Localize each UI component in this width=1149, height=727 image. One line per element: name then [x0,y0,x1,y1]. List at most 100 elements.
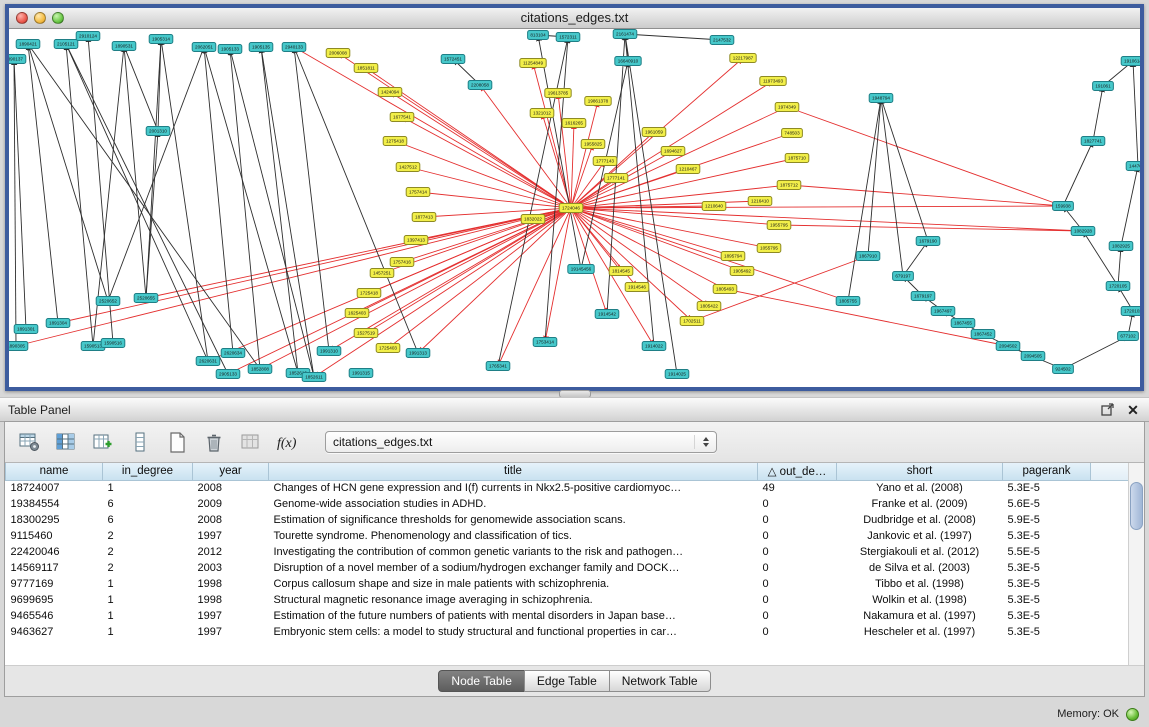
table-cell[interactable]: Franke et al. (2009) [837,496,1003,512]
table-cell[interactable]: 49 [758,480,837,496]
network-node[interactable]: 1914546 [625,283,649,292]
table-row[interactable]: 1830029562008Estimation of significance … [6,512,1130,528]
table-cell[interactable]: 1997 [193,624,269,640]
new-column-icon[interactable] [89,428,117,456]
table-cell[interactable]: 2 [103,560,193,576]
network-edge[interactable] [868,98,881,256]
network-node[interactable]: 1210640 [702,202,726,211]
table-cell[interactable]: Wolkin et al. (1998) [837,592,1003,608]
network-canvas[interactable]: 1724046200600818518111424094167754112754… [9,29,1140,387]
network-node[interactable]: 1814545 [609,267,633,276]
table-cell[interactable]: 22420046 [6,544,103,560]
network-edge[interactable] [903,241,928,276]
table-cell[interactable]: 1998 [193,592,269,608]
network-node[interactable]: 1877413 [412,213,436,222]
table-cell[interactable]: 0 [758,560,837,576]
network-node[interactable]: 1321012 [530,109,554,118]
network-node[interactable]: 1777143 [593,157,617,166]
table-cell[interactable]: 6 [103,512,193,528]
table-cell[interactable]: 0 [758,608,837,624]
table-row[interactable]: 969969511998Structural magnetic resonanc… [6,592,1130,608]
network-node[interactable]: 1679197 [911,292,935,301]
table-cell[interactable]: 2 [103,544,193,560]
network-node[interactable]: 1625403 [345,309,369,318]
network-node[interactable]: 1702511 [680,317,704,326]
network-node[interactable]: 1914022 [642,342,666,351]
network-edge[interactable] [1133,61,1138,166]
table-cell[interactable]: 14569117 [6,560,103,576]
network-node[interactable]: 1948794 [869,94,893,103]
function-builder-icon[interactable]: f(x) [274,428,302,456]
network-edge[interactable] [66,44,93,346]
column-header-4[interactable]: △ out_de… [758,463,837,480]
network-node[interactable]: 159938 [1053,202,1074,211]
network-node[interactable]: 1967497 [931,307,955,316]
network-node[interactable]: 2910124 [76,32,100,41]
network-node[interactable]: 1527519 [354,329,378,338]
network-node[interactable]: 1961059 [642,128,666,137]
table-cell[interactable]: 2012 [193,544,269,560]
network-edge[interactable] [294,47,329,351]
table-cell[interactable]: 0 [758,528,837,544]
scrollbar-thumb[interactable] [1130,482,1143,530]
network-edge[interactable] [789,185,1063,206]
table-cell[interactable]: 1998 [193,576,269,592]
table-cell[interactable]: 19384554 [6,496,103,512]
tab-network-table[interactable]: Network Table [609,670,711,692]
network-edge[interactable] [881,98,928,241]
table-cell[interactable]: Stergiakouli et al. (2012) [837,544,1003,560]
table-cell[interactable]: Embryonic stem cells: a model to study s… [269,624,758,640]
table-row[interactable]: 2242004622012Investigating the contribut… [6,544,1130,560]
table-cell[interactable]: 1 [103,624,193,640]
network-node[interactable]: 1725403 [376,344,400,353]
network-node[interactable]: 2620634 [221,349,245,358]
network-node[interactable]: 1210467 [676,165,700,174]
network-edge[interactable] [395,141,571,208]
table-cell[interactable]: 5.3E-5 [1003,608,1091,624]
network-edge[interactable] [571,208,769,248]
table-cell[interactable]: Tourette syndrome. Phenomenology and cla… [269,528,758,544]
network-node[interactable]: 2620631 [196,357,220,366]
network-edge[interactable] [230,49,260,369]
table-cell[interactable]: Investigating the contribution of common… [269,544,758,560]
network-node[interactable]: 1890137 [9,55,26,64]
network-node[interactable]: 1765341 [486,362,510,371]
network-edge[interactable] [388,208,571,348]
network-node[interactable]: 1275418 [383,137,407,146]
network-node[interactable]: 1805422 [697,302,721,311]
table-cell[interactable]: 5.3E-5 [1003,528,1091,544]
network-edge[interactable] [1121,166,1138,246]
table-cell[interactable]: Disruption of a novel member of a sodium… [269,560,758,576]
network-edge[interactable] [146,39,161,298]
network-node[interactable]: 1777141 [604,174,628,183]
network-node[interactable]: 1457251 [370,269,394,278]
network-edge[interactable] [366,208,571,333]
network-edge[interactable] [1063,141,1093,206]
network-hub-node[interactable]: 1724046 [559,204,583,213]
table-cell[interactable]: 2 [103,528,193,544]
table-cell[interactable]: 5.6E-5 [1003,496,1091,512]
table-row[interactable]: 1938455462009Genome-wide association stu… [6,496,1130,512]
network-node[interactable]: 1725418 [357,289,381,298]
table-cell[interactable]: 1997 [193,528,269,544]
network-edge[interactable] [625,34,654,346]
table-cell[interactable]: 0 [758,624,837,640]
new-table-icon[interactable] [163,428,191,456]
network-edge[interactable] [571,123,574,208]
table-cell[interactable]: 9699695 [6,592,103,608]
table-cell[interactable]: 6 [103,496,193,512]
network-node[interactable]: 11254849 [520,59,546,68]
network-node[interactable]: 1875712 [777,181,801,190]
network-edge[interactable] [779,225,1083,231]
network-node[interactable]: 19861378 [585,97,611,106]
table-cell[interactable]: 0 [758,544,837,560]
network-node[interactable]: 1905314 [149,35,173,44]
network-node[interactable]: 1867452 [971,330,995,339]
column-header-2[interactable]: year [193,463,269,480]
new-row-icon[interactable] [126,428,154,456]
network-node[interactable]: 1991313 [406,349,430,358]
network-edge[interactable] [28,44,108,301]
network-node[interactable]: 1677541 [390,113,414,122]
table-cell[interactable]: 2008 [193,512,269,528]
network-node[interactable]: 1890531 [112,42,136,51]
